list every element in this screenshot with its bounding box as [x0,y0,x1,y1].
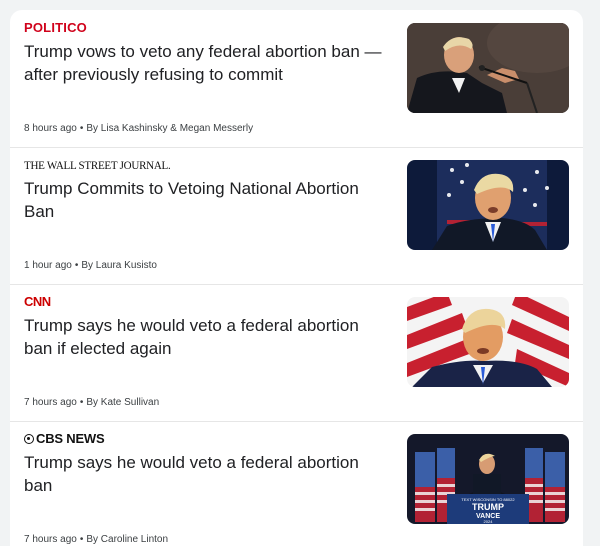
source-logo-politico[interactable]: POLITICO [24,20,87,36]
news-results-card: POLITICO Trump vows to veto any federal … [10,10,583,546]
story-thumbnail[interactable] [407,297,569,387]
story-meta: 8 hours ago • By Lisa Kashinsky & Megan Me… [24,123,253,134]
byline: By Laura Kusisto [81,260,157,271]
news-story[interactable]: CNN Trump says he would veto a federal a… [10,284,583,422]
trump-red-stripes-photo [407,297,569,387]
source-logo-cnn[interactable]: CNN [24,294,51,310]
timestamp: 1 hour ago [24,260,72,271]
byline: By Lisa Kashinsky & Megan Messerly [86,123,254,134]
source-logo-wsj[interactable]: THE WALL STREET JOURNAL. [24,157,171,173]
sign-line2: TRUMP [472,502,504,512]
separator-dot: • [79,397,84,408]
sign-line4: 2024 [484,519,494,524]
headline-link[interactable]: Trump vows to veto any federal abortion … [24,40,389,86]
story-thumbnail[interactable]: TEXT WISCONSIN TO 88022 TRUMP VANCE 2024 [407,434,569,524]
timestamp: 7 hours ago [24,534,77,545]
trump-rally-stage-photo: TEXT WISCONSIN TO 88022 TRUMP VANCE 2024 [407,434,569,524]
story-thumbnail[interactable] [407,160,569,250]
headline-link[interactable]: Trump says he would veto a federal abort… [24,451,389,497]
source-label: CBS NEWS [36,431,105,446]
story-thumbnail[interactable] [407,23,569,113]
headline-link[interactable]: Trump says he would veto a federal abort… [24,314,389,360]
headline-link[interactable]: Trump Commits to Vetoing National Aborti… [24,177,389,223]
separator-dot: • [79,123,84,134]
story-meta: 1 hour ago • By Laura Kusisto [24,260,157,271]
trump-at-podium-photo [407,23,569,113]
byline: By Kate Sullivan [86,397,160,408]
timestamp: 7 hours ago [24,397,77,408]
source-logo-cbs[interactable]: CBS NEWS [24,431,105,447]
timestamp: 8 hours ago [24,123,77,134]
byline: By Caroline Linton [86,534,169,545]
news-story[interactable]: THE WALL STREET JOURNAL. Trump Commits t… [10,147,583,285]
story-meta: 7 hours ago • By Kate Sullivan [24,397,159,408]
news-story[interactable]: CBS NEWS Trump says he would veto a fede… [10,421,583,546]
news-story[interactable]: POLITICO Trump vows to veto any federal … [10,10,583,148]
cbs-eye-icon [24,434,34,444]
separator-dot: • [74,260,79,271]
trump-portrait-flag-photo [407,160,569,250]
story-meta: 7 hours ago • By Caroline Linton [24,534,168,545]
separator-dot: • [79,534,84,545]
